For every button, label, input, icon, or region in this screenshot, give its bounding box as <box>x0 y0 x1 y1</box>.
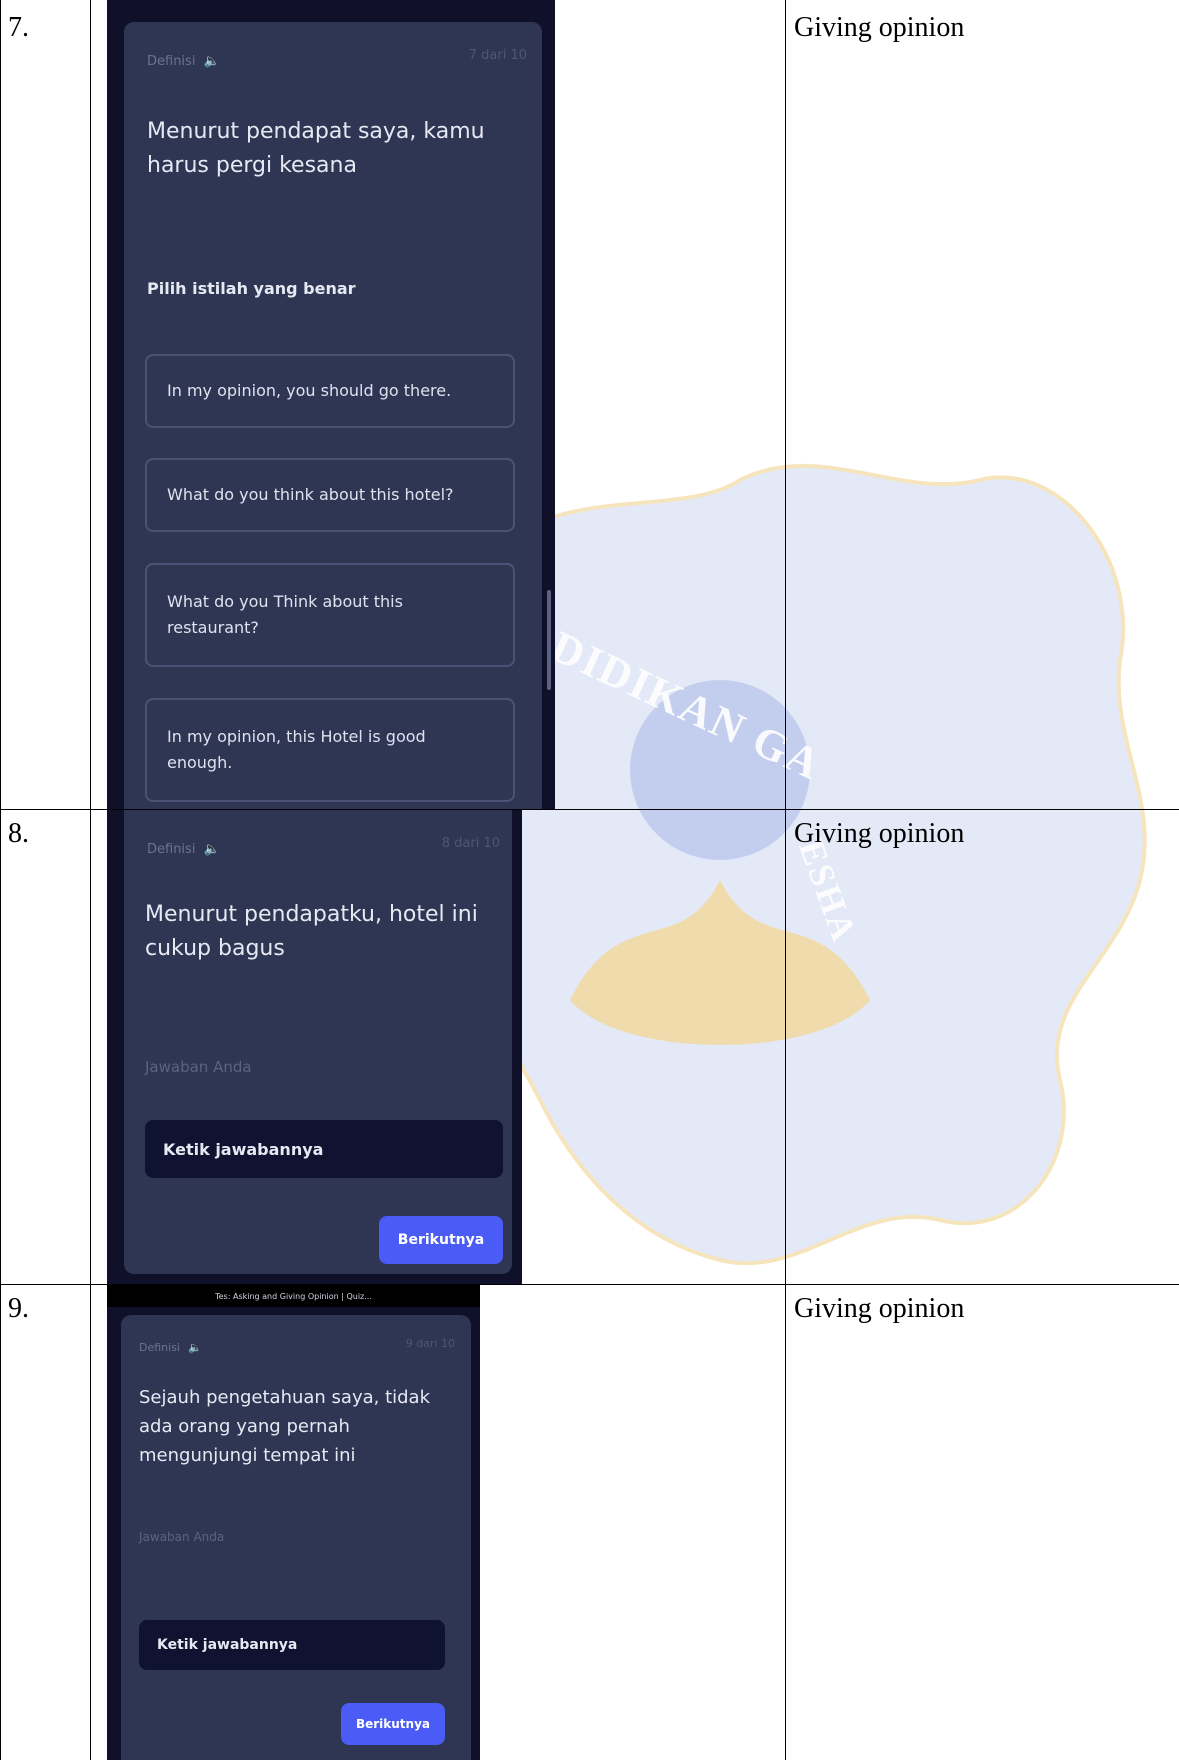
answer-option[interactable]: What do you think about this hotel? <box>145 458 515 532</box>
answer-input[interactable]: Ketik jawabannya <box>139 1620 445 1670</box>
card-header: Definisi 🔈 <box>147 842 220 857</box>
question-text: Menurut pendapat saya, kamu harus pergi … <box>147 119 485 178</box>
table-column-divider <box>785 0 786 1760</box>
row-label: Giving opinion <box>794 12 965 43</box>
definition-label: Definisi <box>147 54 196 69</box>
document-table: DIDIKAN GA ESHA KSHA 7. Giving opinion D… <box>0 0 1179 1760</box>
row-label: Giving opinion <box>794 1293 965 1324</box>
watermark-text-bottom: KSHA <box>537 1230 665 1297</box>
answer-input[interactable]: Ketik jawabannya <box>145 1120 503 1178</box>
answer-label: Jawaban Anda <box>145 1058 252 1076</box>
speaker-icon[interactable]: 🔈 <box>203 54 219 69</box>
answer-option[interactable]: What do you Think about this restaurant? <box>145 563 515 667</box>
speaker-icon[interactable]: 🔈 <box>203 842 219 857</box>
watermark-text-side: ESHA <box>791 834 865 948</box>
row-number: 7. <box>8 12 29 43</box>
card-header: Definisi 🔈 <box>147 54 220 69</box>
row-label: Giving opinion <box>794 818 965 849</box>
watermark-text-top: DIDIKAN GA <box>543 621 830 790</box>
question-counter: 9 dari 10 <box>405 1337 455 1350</box>
question-counter: 8 dari 10 <box>441 836 500 851</box>
table-column-divider <box>90 0 91 1760</box>
next-button[interactable]: Berikutnya <box>341 1703 445 1745</box>
quiz-screenshot-9: Tes: Asking and Giving Opinion | Quiz...… <box>107 1285 480 1760</box>
row-number: 9. <box>8 1293 29 1324</box>
answer-option[interactable]: In my opinion, you should go there. <box>145 354 515 428</box>
row-number: 8. <box>8 818 29 849</box>
quiz-screenshot-7: Definisi 🔈 7 dari 10 Menurut pendapat say… <box>107 0 555 809</box>
window-title-bar: Tes: Asking and Giving Opinion | Quiz... <box>107 1285 480 1307</box>
quiz-screenshot-8: Definisi 🔈 8 dari 10 Menurut pendapatku, … <box>107 810 522 1284</box>
question-text: Menurut pendapatku, hotel ini cukup bagu… <box>145 902 478 961</box>
question-counter: 7 dari 10 <box>468 48 527 63</box>
answer-label: Jawaban Anda <box>139 1530 225 1544</box>
definition-label: Definisi <box>147 842 196 857</box>
question-text: Sejauh pengetahuan saya, tidak ada orang… <box>139 1387 431 1466</box>
table-border-left <box>0 0 1 1760</box>
answer-option[interactable]: In my opinion, this Hotel is good enough… <box>145 698 515 802</box>
card-header: Definisi 🔈 <box>139 1341 202 1354</box>
question-card <box>124 810 512 1274</box>
speaker-icon[interactable]: 🔈 <box>188 1341 202 1354</box>
definition-label: Definisi <box>139 1341 180 1354</box>
choose-prompt: Pilih istilah yang benar <box>147 279 356 298</box>
next-button[interactable]: Berikutnya <box>379 1216 503 1264</box>
scrollbar[interactable] <box>547 590 551 690</box>
